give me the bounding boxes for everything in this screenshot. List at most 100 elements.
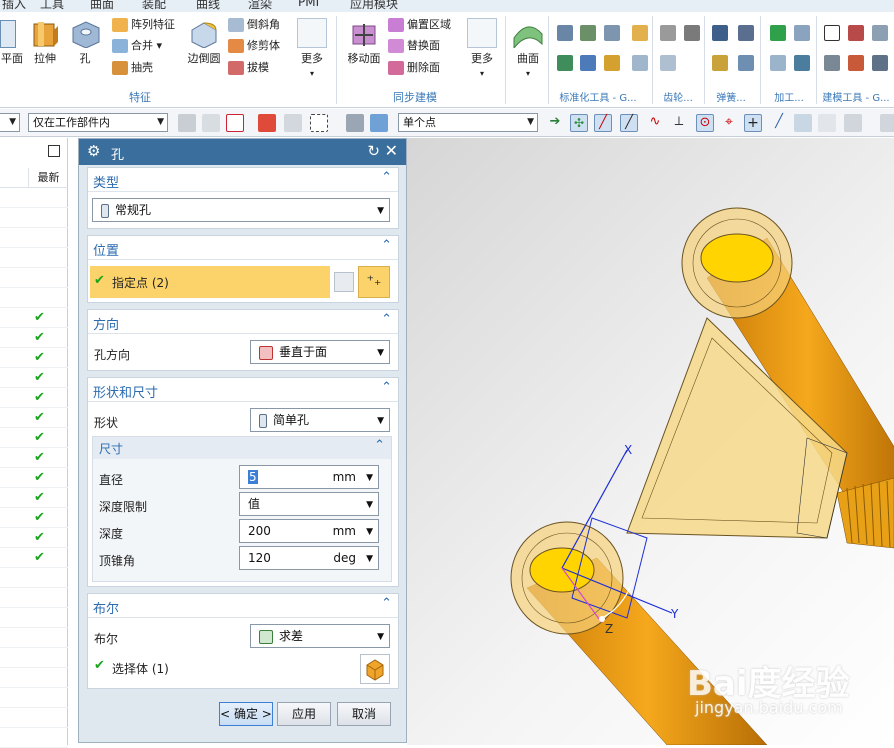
point-on-face-icon[interactable] — [794, 114, 812, 132]
build-tool-icon[interactable] — [824, 55, 840, 71]
type-group-header[interactable]: 类型 ⌃ — [88, 168, 398, 192]
navigator-row[interactable] — [0, 668, 68, 688]
delete-face-button[interactable]: 删除面 — [388, 58, 440, 78]
snap-icon[interactable] — [880, 114, 894, 132]
navigator-row[interactable] — [0, 728, 68, 748]
replace-face-button[interactable]: 替换面 — [388, 36, 440, 56]
move-face-button[interactable]: 移动面 — [344, 20, 384, 66]
spring-tool-icon[interactable] — [712, 25, 728, 41]
navigator-row[interactable]: ✔ — [0, 508, 68, 528]
build-tool-icon[interactable] — [848, 25, 864, 41]
sketch-section-icon[interactable] — [334, 272, 354, 292]
model-view[interactable]: X Y Z — [407, 138, 894, 745]
more-sync-button[interactable]: 更多 ▾ — [464, 18, 500, 79]
column-header-latest[interactable]: 最新 — [28, 168, 68, 188]
scope-filter-combo[interactable]: 仅在工作部件内 ▼ — [28, 113, 168, 132]
menu-pmi[interactable]: PMI — [298, 0, 319, 9]
datum-plane-button[interactable]: 平面 — [0, 20, 24, 66]
navigator-row[interactable]: ✔ — [0, 488, 68, 508]
menu-curve[interactable]: 曲线 — [196, 0, 220, 12]
navigator-row[interactable] — [0, 268, 68, 288]
collapse-icon[interactable]: ⌃ — [381, 596, 392, 611]
navigator-row[interactable]: ✔ — [0, 408, 68, 428]
navigator-row[interactable] — [0, 568, 68, 588]
std-tool-icon[interactable] — [580, 25, 596, 41]
gear-icon[interactable]: ⚙ — [87, 142, 100, 160]
position-group-header[interactable]: 位置 ⌃ — [88, 236, 398, 260]
navigator-row[interactable] — [0, 288, 68, 308]
snap-icon[interactable] — [818, 114, 836, 132]
navigator-row[interactable] — [0, 608, 68, 628]
point-dialog-icon[interactable]: ⁺₊ — [358, 266, 390, 298]
navigator-row[interactable]: ✔ — [0, 308, 68, 328]
chamfer-button[interactable]: 倒斜角 — [228, 15, 280, 35]
collapse-icon[interactable]: ⌃ — [381, 170, 392, 185]
select-body-label[interactable]: 选择体 (1) — [112, 660, 169, 677]
menu-tools[interactable]: 工具 — [40, 0, 64, 12]
navigator-row[interactable] — [0, 688, 68, 708]
boolean-dropdown[interactable]: 求差 ▼ — [250, 624, 390, 648]
navigator-row[interactable] — [0, 188, 68, 208]
rectangle-select-icon[interactable] — [310, 114, 328, 132]
offset-region-button[interactable]: 偏置区域 — [388, 15, 451, 35]
navigator-row[interactable] — [0, 588, 68, 608]
more-features-button[interactable]: 更多 ▾ — [294, 18, 330, 79]
snap-combo[interactable]: 单个点 ▼ — [398, 113, 538, 132]
gear-tool-icon[interactable] — [684, 25, 700, 41]
std-tool-icon[interactable] — [632, 55, 648, 71]
navigator-row[interactable]: ✔ — [0, 548, 68, 568]
std-tool-icon[interactable] — [604, 25, 620, 41]
grid-icon[interactable] — [844, 114, 862, 132]
navigator-row[interactable] — [0, 248, 68, 268]
ok-button[interactable]: < 确定 > — [219, 702, 273, 726]
hole-direction-dropdown[interactable]: 垂直于面 ▼ — [250, 340, 390, 364]
diameter-input[interactable]: 5 mm ▼ — [239, 465, 379, 489]
menu-assembly[interactable]: 装配 — [142, 0, 166, 12]
hole-button[interactable]: 孔 — [70, 20, 100, 66]
point-on-curve-icon[interactable]: ╱ — [770, 114, 788, 132]
spring-tool-icon[interactable] — [738, 25, 754, 41]
snap-enable-icon[interactable]: ✣ — [570, 114, 588, 132]
boolean-group-header[interactable]: 布尔 ⌃ — [88, 594, 398, 618]
depth-limit-dropdown[interactable]: 值 ▼ — [239, 492, 379, 516]
build-tool-icon[interactable] — [848, 55, 864, 71]
shape-group-header[interactable]: 形状和尺寸 ⌃ — [88, 378, 398, 402]
std-tool-icon[interactable] — [580, 55, 596, 71]
tip-angle-input[interactable]: 120 deg ▼ — [239, 546, 379, 570]
trim-body-button[interactable]: 修剪体 — [228, 36, 280, 56]
quadrant-snap-icon[interactable]: ⌖ — [720, 114, 738, 132]
direction-group-header[interactable]: 方向 ⌃ — [88, 310, 398, 334]
menu-render[interactable]: 渲染 — [248, 0, 272, 12]
specify-point-row[interactable]: ✔ 指定点 (2) — [90, 266, 330, 298]
collapse-icon[interactable]: ⌃ — [374, 438, 385, 453]
close-icon[interactable]: ✕ — [385, 141, 398, 160]
select-body-button[interactable] — [360, 654, 390, 684]
spring-tool-icon[interactable] — [712, 55, 728, 71]
select-icon[interactable] — [258, 114, 276, 132]
type-filter-combo[interactable]: ▼ — [0, 113, 20, 132]
surface-button[interactable]: 曲面 ▾ — [508, 18, 548, 79]
collapse-icon[interactable]: ⌃ — [381, 238, 392, 253]
navigator-row[interactable]: ✔ — [0, 368, 68, 388]
collapse-icon[interactable]: ⌃ — [381, 312, 392, 327]
apply-button[interactable]: 应用 — [277, 702, 331, 726]
navigator-row[interactable]: ✔ — [0, 388, 68, 408]
navigator-row[interactable]: ✔ — [0, 468, 68, 488]
navigator-row[interactable] — [0, 628, 68, 648]
draft-button[interactable]: 拔模 — [228, 58, 269, 78]
std-tool-icon[interactable] — [604, 55, 620, 71]
reset-icon[interactable]: ↻ — [367, 142, 380, 160]
menu-surface[interactable]: 曲面 — [90, 0, 114, 12]
triangle-tool-icon[interactable] — [824, 25, 840, 41]
unite-button[interactable]: 合并 ▾ — [112, 36, 162, 56]
graphics-viewport[interactable]: X Y Z Bai度经验 jingyan.baidu.com — [407, 138, 894, 745]
spring-tool-icon[interactable] — [738, 55, 754, 71]
collapse-icon[interactable]: ⌃ — [381, 380, 392, 395]
intersection-snap-icon[interactable]: ⟂ — [670, 114, 688, 132]
navigator-row[interactable]: ✔ — [0, 448, 68, 468]
machining-tool-icon[interactable] — [770, 55, 786, 71]
machining-tool-icon[interactable] — [794, 55, 810, 71]
std-tool-icon[interactable] — [557, 25, 573, 41]
select-icon[interactable] — [284, 114, 302, 132]
extrude-button[interactable]: 拉伸 — [28, 20, 62, 66]
